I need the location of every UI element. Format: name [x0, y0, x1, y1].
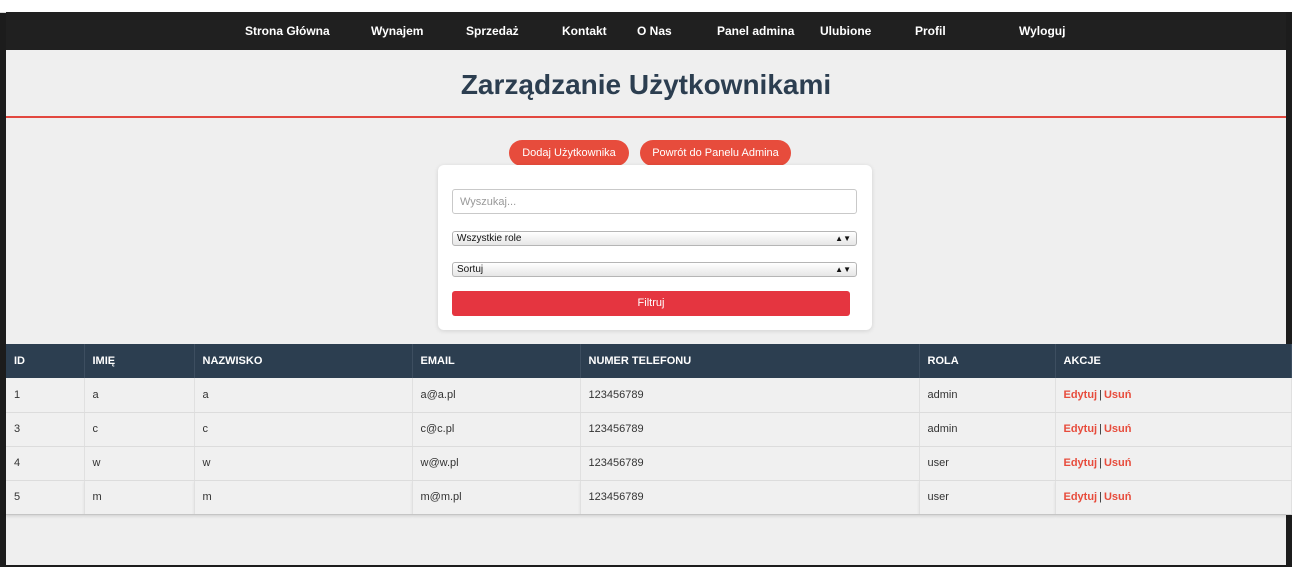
cell-role: user [919, 446, 1056, 481]
page-header: Zarządzanie Użytkownikami [6, 50, 1286, 118]
cell-last-name: c [194, 412, 413, 447]
cell-phone: 123456789 [580, 378, 920, 413]
nav-home[interactable]: Strona Główna [245, 12, 330, 50]
cell-phone: 123456789 [580, 412, 920, 447]
cell-first-name: a [84, 378, 195, 413]
cell-phone: 123456789 [580, 446, 920, 481]
nav-favorites[interactable]: Ulubione [820, 12, 871, 50]
delete-link[interactable]: Usuń [1104, 491, 1132, 503]
cell-id: 1 [6, 378, 85, 413]
main-nav: Strona Główna Wynajem Sprzedaż Kontakt O… [6, 12, 1286, 50]
cell-actions: Edytuj | Usuń [1055, 378, 1292, 413]
search-input[interactable] [452, 189, 857, 214]
col-last-name: NAZWISKO [194, 344, 413, 378]
cell-email: m@m.pl [412, 480, 581, 515]
cell-actions: Edytuj | Usuń [1055, 446, 1292, 481]
cell-id: 3 [6, 412, 85, 447]
col-actions: AKCJE [1055, 344, 1292, 378]
nav-rent[interactable]: Wynajem [371, 12, 423, 50]
nav-contact[interactable]: Kontakt [562, 12, 607, 50]
select-arrows-icon: ▲▼ [835, 234, 851, 243]
sort-select[interactable]: Sortuj ▲▼ [452, 262, 857, 277]
users-table: ID IMIĘ NAZWISKO EMAIL NUMER TELEFONU RO… [6, 344, 1292, 515]
nav-admin-panel[interactable]: Panel admina [717, 12, 794, 50]
cell-actions: Edytuj | Usuń [1055, 480, 1292, 515]
filter-button[interactable]: Filtruj [452, 291, 850, 316]
edit-link[interactable]: Edytuj [1064, 389, 1098, 401]
cell-email: c@c.pl [412, 412, 581, 447]
cell-id: 5 [6, 480, 85, 515]
delete-link[interactable]: Usuń [1104, 389, 1132, 401]
nav-logout[interactable]: Wyloguj [1019, 12, 1065, 50]
delete-link[interactable]: Usuń [1104, 423, 1132, 435]
col-role: ROLA [919, 344, 1056, 378]
col-id: ID [6, 344, 85, 378]
action-separator: | [1099, 457, 1102, 469]
action-separator: | [1099, 388, 1102, 401]
edit-link[interactable]: Edytuj [1064, 491, 1098, 503]
nav-sale[interactable]: Sprzedaż [466, 12, 519, 50]
page-title: Zarządzanie Użytkownikami [460, 69, 832, 100]
cell-first-name: c [84, 412, 195, 447]
role-select[interactable]: Wszystkie role ▲▼ [452, 231, 857, 246]
cell-role: user [919, 480, 1056, 515]
cell-actions: Edytuj | Usuń [1055, 412, 1292, 447]
cell-first-name: m [84, 480, 195, 515]
top-strip [0, 0, 1292, 13]
nav-about[interactable]: O Nas [637, 12, 672, 50]
table-row: 5 m m m@m.pl 123456789 user Edytuj | Usuń [6, 480, 1292, 515]
col-email: EMAIL [412, 344, 581, 378]
table-shadow [6, 514, 1286, 519]
cell-role: admin [919, 378, 1056, 413]
table-row: 1 a a a@a.pl 123456789 admin Edytuj | Usuń [6, 378, 1292, 413]
col-phone: NUMER TELEFONU [580, 344, 920, 378]
cell-phone: 123456789 [580, 480, 920, 515]
action-separator: | [1099, 491, 1102, 503]
cell-id: 4 [6, 446, 85, 481]
cell-last-name: a [194, 378, 413, 413]
cell-email: a@a.pl [412, 378, 581, 413]
col-first-name: IMIĘ [84, 344, 195, 378]
cell-email: w@w.pl [412, 446, 581, 481]
cell-first-name: w [84, 446, 195, 481]
role-select-value: Wszystkie role [457, 233, 522, 244]
back-to-admin-button[interactable]: Powrót do Panelu Admina [640, 140, 791, 166]
select-arrows-icon: ▲▼ [835, 265, 851, 274]
page: Strona Główna Wynajem Sprzedaż Kontakt O… [0, 0, 1292, 567]
sort-select-value: Sortuj [457, 264, 484, 275]
cell-role: admin [919, 412, 1056, 447]
edit-link[interactable]: Edytuj [1064, 423, 1098, 435]
edit-link[interactable]: Edytuj [1064, 457, 1098, 469]
nav-profile[interactable]: Profil [915, 12, 946, 50]
cell-last-name: m [194, 480, 413, 515]
delete-link[interactable]: Usuń [1104, 457, 1132, 469]
action-separator: | [1099, 423, 1102, 435]
table-row: 4 w w w@w.pl 123456789 user Edytuj | Usuń [6, 446, 1292, 481]
filter-form: Wszystkie role ▲▼ Sortuj ▲▼ Filtruj [438, 165, 872, 330]
table-header-row: ID IMIĘ NAZWISKO EMAIL NUMER TELEFONU RO… [6, 344, 1292, 378]
add-user-button[interactable]: Dodaj Użytkownika [509, 140, 629, 166]
cell-last-name: w [194, 446, 413, 481]
action-buttons: Dodaj Użytkownika Powrót do Panelu Admin… [6, 140, 1286, 166]
table-row: 3 c c c@c.pl 123456789 admin Edytuj | Usuń [6, 412, 1292, 447]
